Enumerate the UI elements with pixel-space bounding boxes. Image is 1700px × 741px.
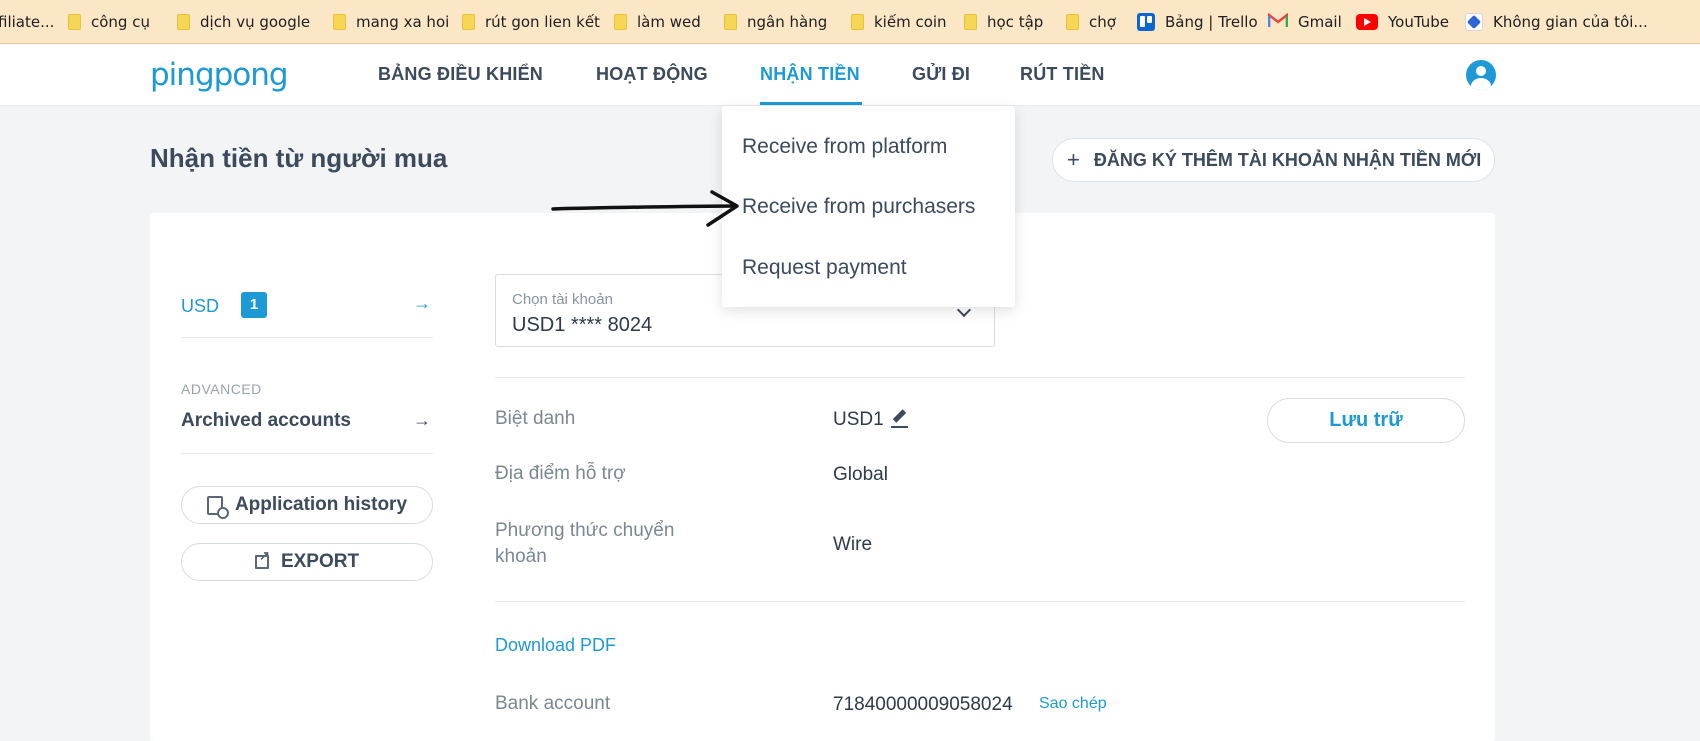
annotation-arrow-icon	[551, 190, 739, 227]
